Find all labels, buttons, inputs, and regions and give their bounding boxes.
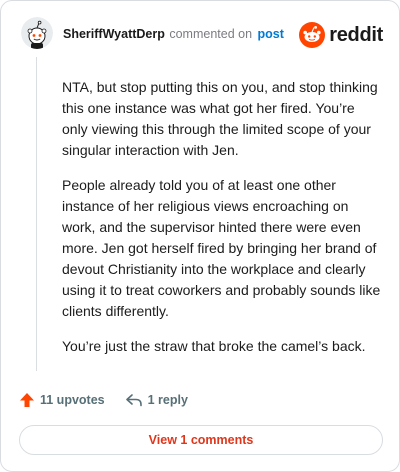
reply-button[interactable]: 1 reply bbox=[125, 392, 188, 408]
commented-on-label: commented on bbox=[169, 27, 253, 41]
upvote-button[interactable]: 11 upvotes bbox=[19, 392, 105, 408]
snoo-avatar-icon bbox=[21, 17, 53, 49]
author-name[interactable]: SheriffWyattDerp bbox=[63, 27, 165, 41]
reply-count: 1 reply bbox=[147, 393, 188, 407]
post-link[interactable]: post bbox=[258, 27, 284, 41]
reddit-logo[interactable]: reddit bbox=[299, 21, 383, 49]
thread-line bbox=[36, 57, 37, 371]
reddit-wordmark: reddit bbox=[329, 23, 383, 46]
comment-card: SheriffWyattDerp commented on post reddi… bbox=[0, 0, 400, 472]
upvote-arrow-icon bbox=[20, 393, 34, 407]
comment-paragraph: People already told you of at least one … bbox=[62, 177, 381, 319]
reply-icon bbox=[125, 394, 142, 407]
comment-paragraph: You’re just the straw that broke the cam… bbox=[62, 338, 366, 354]
reddit-logo-icon bbox=[299, 22, 326, 48]
avatar[interactable] bbox=[21, 17, 53, 49]
comment-paragraph: NTA, but stop putting this on you, and s… bbox=[62, 79, 378, 158]
comment-meta: SheriffWyattDerp commented on post bbox=[63, 27, 284, 41]
comment-header: SheriffWyattDerp commented on post reddi… bbox=[21, 17, 387, 53]
upvote-count: 11 upvotes bbox=[40, 393, 105, 407]
comment-actions: 11 upvotes 1 reply bbox=[19, 388, 188, 412]
comment-body: NTA, but stop putting this on you, and s… bbox=[62, 77, 384, 371]
view-comments-button[interactable]: View 1 comments bbox=[19, 425, 383, 455]
